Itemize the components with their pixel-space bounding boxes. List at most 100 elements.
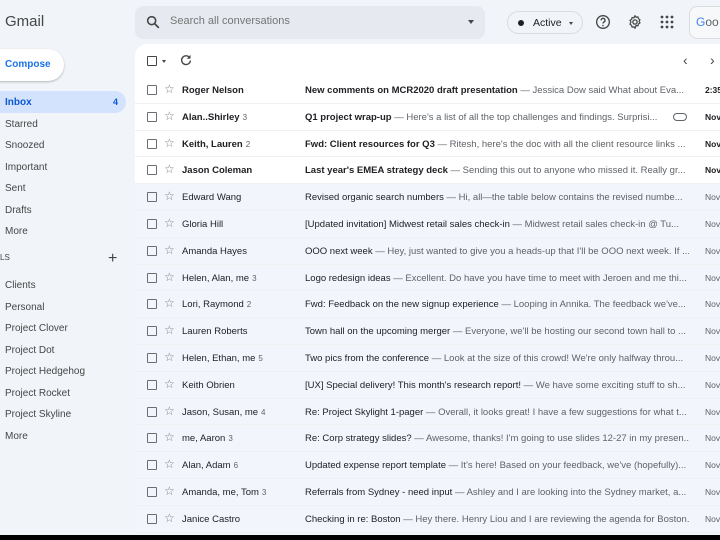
star-icon[interactable]: ☆ [164, 190, 176, 202]
help-icon[interactable] [593, 12, 613, 32]
email-checkbox[interactable] [147, 85, 157, 95]
star-icon[interactable]: ☆ [164, 378, 176, 390]
google-account-button[interactable]: Goo [689, 6, 720, 39]
email-row[interactable]: ☆ Roger Nelson New comments on MCR2020 d… [135, 77, 720, 104]
search-options-dropdown-icon[interactable] [468, 20, 474, 24]
star-icon[interactable]: ☆ [164, 83, 176, 95]
sidebar-item-more[interactable]: More [0, 220, 126, 242]
star-icon[interactable]: ☆ [164, 431, 176, 443]
email-checkbox[interactable] [147, 406, 157, 417]
sender-name: Keith, Lauren [182, 138, 243, 150]
sidebar-item-drafts[interactable]: Drafts [0, 199, 126, 221]
star-icon[interactable]: ☆ [164, 512, 176, 524]
sender-name: Lori, Raymond [182, 299, 244, 311]
label-item-personal[interactable]: Personal [0, 296, 126, 318]
sidebar-item-important[interactable]: Important [0, 156, 126, 178]
email-row[interactable]: ☆ Jason, Susan, me 4 Re: Project Skylight… [135, 398, 720, 426]
email-row[interactable]: ☆ Lori, Raymond 2 Fwd: Feedback on the ne… [135, 291, 720, 319]
email-checkbox[interactable] [147, 486, 157, 497]
email-checkbox[interactable] [147, 165, 157, 176]
email-checkbox[interactable] [147, 192, 157, 203]
star-icon[interactable]: ☆ [164, 485, 176, 497]
email-row[interactable]: ☆ Janice Castro Checking in re: Boston —… [135, 505, 720, 533]
sidebar-item-snoozed[interactable]: Snoozed [0, 134, 126, 156]
status-dropdown[interactable]: Active [507, 11, 583, 34]
settings-icon[interactable] [625, 12, 645, 32]
select-options-chevron-icon[interactable] [162, 60, 166, 63]
compose-label: Compose [5, 59, 51, 70]
search-input[interactable] [170, 15, 450, 27]
email-row[interactable]: ☆ Helen, Ethan, me 5 Two pics from the co… [135, 344, 720, 372]
refresh-icon[interactable] [179, 53, 193, 67]
email-row[interactable]: ☆ Alan..Shirley 3 Q1 project wrap-up — He… [135, 103, 720, 131]
label-item-project-clover[interactable]: Project Clover [0, 317, 126, 339]
email-snippet: Everyone, we'll be hosting our second to… [465, 326, 686, 338]
search-icon[interactable] [145, 14, 161, 30]
email-row[interactable]: ☆ Amanda Hayes OOO next week — Hey, just… [135, 237, 720, 265]
attachment-icon[interactable] [673, 112, 687, 121]
email-checkbox[interactable] [147, 272, 157, 283]
email-snippet: Jessica Dow said What about Eva... [532, 85, 685, 96]
email-row[interactable]: ☆ Jason Coleman Last year's EMEA strateg… [135, 157, 720, 185]
select-all-checkbox[interactable] [147, 56, 157, 66]
star-icon[interactable]: ☆ [164, 324, 176, 336]
email-row[interactable]: ☆ me, Aaron 3 Re: Corp strategy slides? —… [135, 425, 720, 453]
label-item-project-dot[interactable]: Project Dot [0, 339, 126, 361]
email-row[interactable]: ☆ Keith Obrien [UX] Special delivery! Th… [135, 371, 720, 399]
previous-page-icon[interactable]: ‹ [683, 53, 695, 67]
email-row[interactable]: ☆ Amanda, me, Tom 3 Referrals from Sydney… [135, 478, 720, 506]
email-row[interactable]: ☆ Keith, Lauren 2 Fwd: Client resources f… [135, 130, 720, 158]
star-icon[interactable]: ☆ [164, 351, 176, 363]
star-icon[interactable]: ☆ [164, 297, 176, 309]
sidebar-item-starred[interactable]: Starred [0, 113, 126, 135]
email-checkbox[interactable] [147, 326, 157, 337]
star-icon[interactable]: ☆ [164, 458, 176, 470]
star-icon[interactable]: ☆ [164, 271, 176, 283]
next-page-icon[interactable]: › [710, 53, 720, 67]
email-subject: Last year's EMEA strategy deck [305, 165, 448, 177]
star-icon[interactable]: ☆ [164, 137, 176, 149]
email-snippet: Ashley and I are looking into the Sydney… [466, 486, 687, 498]
email-checkbox[interactable] [147, 218, 157, 229]
star-icon[interactable]: ☆ [164, 244, 176, 256]
snippet-separator: — [443, 192, 459, 204]
star-icon[interactable]: ☆ [164, 110, 176, 122]
email-checkbox[interactable] [147, 433, 157, 444]
email-checkbox[interactable] [147, 379, 157, 390]
email-snippet: It's here! Based on your feedback, we've… [460, 460, 687, 472]
sidebar-item-sent[interactable]: Sent [0, 177, 126, 199]
email-checkbox[interactable] [147, 245, 157, 256]
email-snippet: Hey, just wanted to give you a heads-up … [387, 245, 689, 257]
star-icon[interactable]: ☆ [164, 163, 176, 175]
label-item-project-hedgehog[interactable]: Project Hedgehog [0, 360, 126, 382]
search-bar[interactable] [135, 6, 485, 39]
email-row[interactable]: ☆ Gloria Hill [Updated invitation] Midwe… [135, 210, 720, 238]
email-content: New comments on MCR2020 draft presentati… [305, 85, 689, 96]
email-checkbox[interactable] [147, 513, 157, 524]
email-date: Nov [705, 433, 720, 444]
email-row[interactable]: ☆ Lauren Roberts Town hall on the upcomi… [135, 318, 720, 345]
sidebar-item-inbox[interactable]: Inbox 4 [0, 91, 126, 113]
compose-button[interactable]: Compose [0, 49, 64, 81]
email-checkbox[interactable] [147, 111, 157, 122]
email-checkbox[interactable] [147, 352, 157, 363]
thread-count: 6 [233, 461, 239, 471]
email-content: Two pics from the conference — Look at t… [305, 353, 689, 364]
email-date: Nov [705, 352, 720, 363]
email-checkbox[interactable] [147, 299, 157, 310]
add-label-plus-icon[interactable]: + [108, 250, 117, 268]
star-icon[interactable]: ☆ [164, 217, 176, 229]
label-item-more[interactable]: More [0, 425, 126, 447]
star-icon[interactable]: ☆ [164, 405, 176, 417]
email-date: Nov [705, 245, 720, 256]
email-checkbox[interactable] [147, 460, 157, 471]
label-item-project-rocket[interactable]: Project Rocket [0, 382, 126, 404]
label-item-clients[interactable]: Clients [0, 274, 126, 296]
label-item-project-skyline[interactable]: Project Skyline [0, 403, 126, 425]
email-row[interactable]: ☆ Edward Wang Revised organic search num… [135, 184, 720, 211]
apps-grid-icon[interactable] [657, 12, 677, 32]
gmail-logo[interactable]: Gmail [5, 13, 44, 30]
email-row[interactable]: ☆ Helen, Alan, me 3 Logo redesign ideas —… [135, 264, 720, 292]
email-checkbox[interactable] [147, 138, 157, 149]
email-row[interactable]: ☆ Alan, Adam 6 Updated expense report tem… [135, 452, 720, 479]
